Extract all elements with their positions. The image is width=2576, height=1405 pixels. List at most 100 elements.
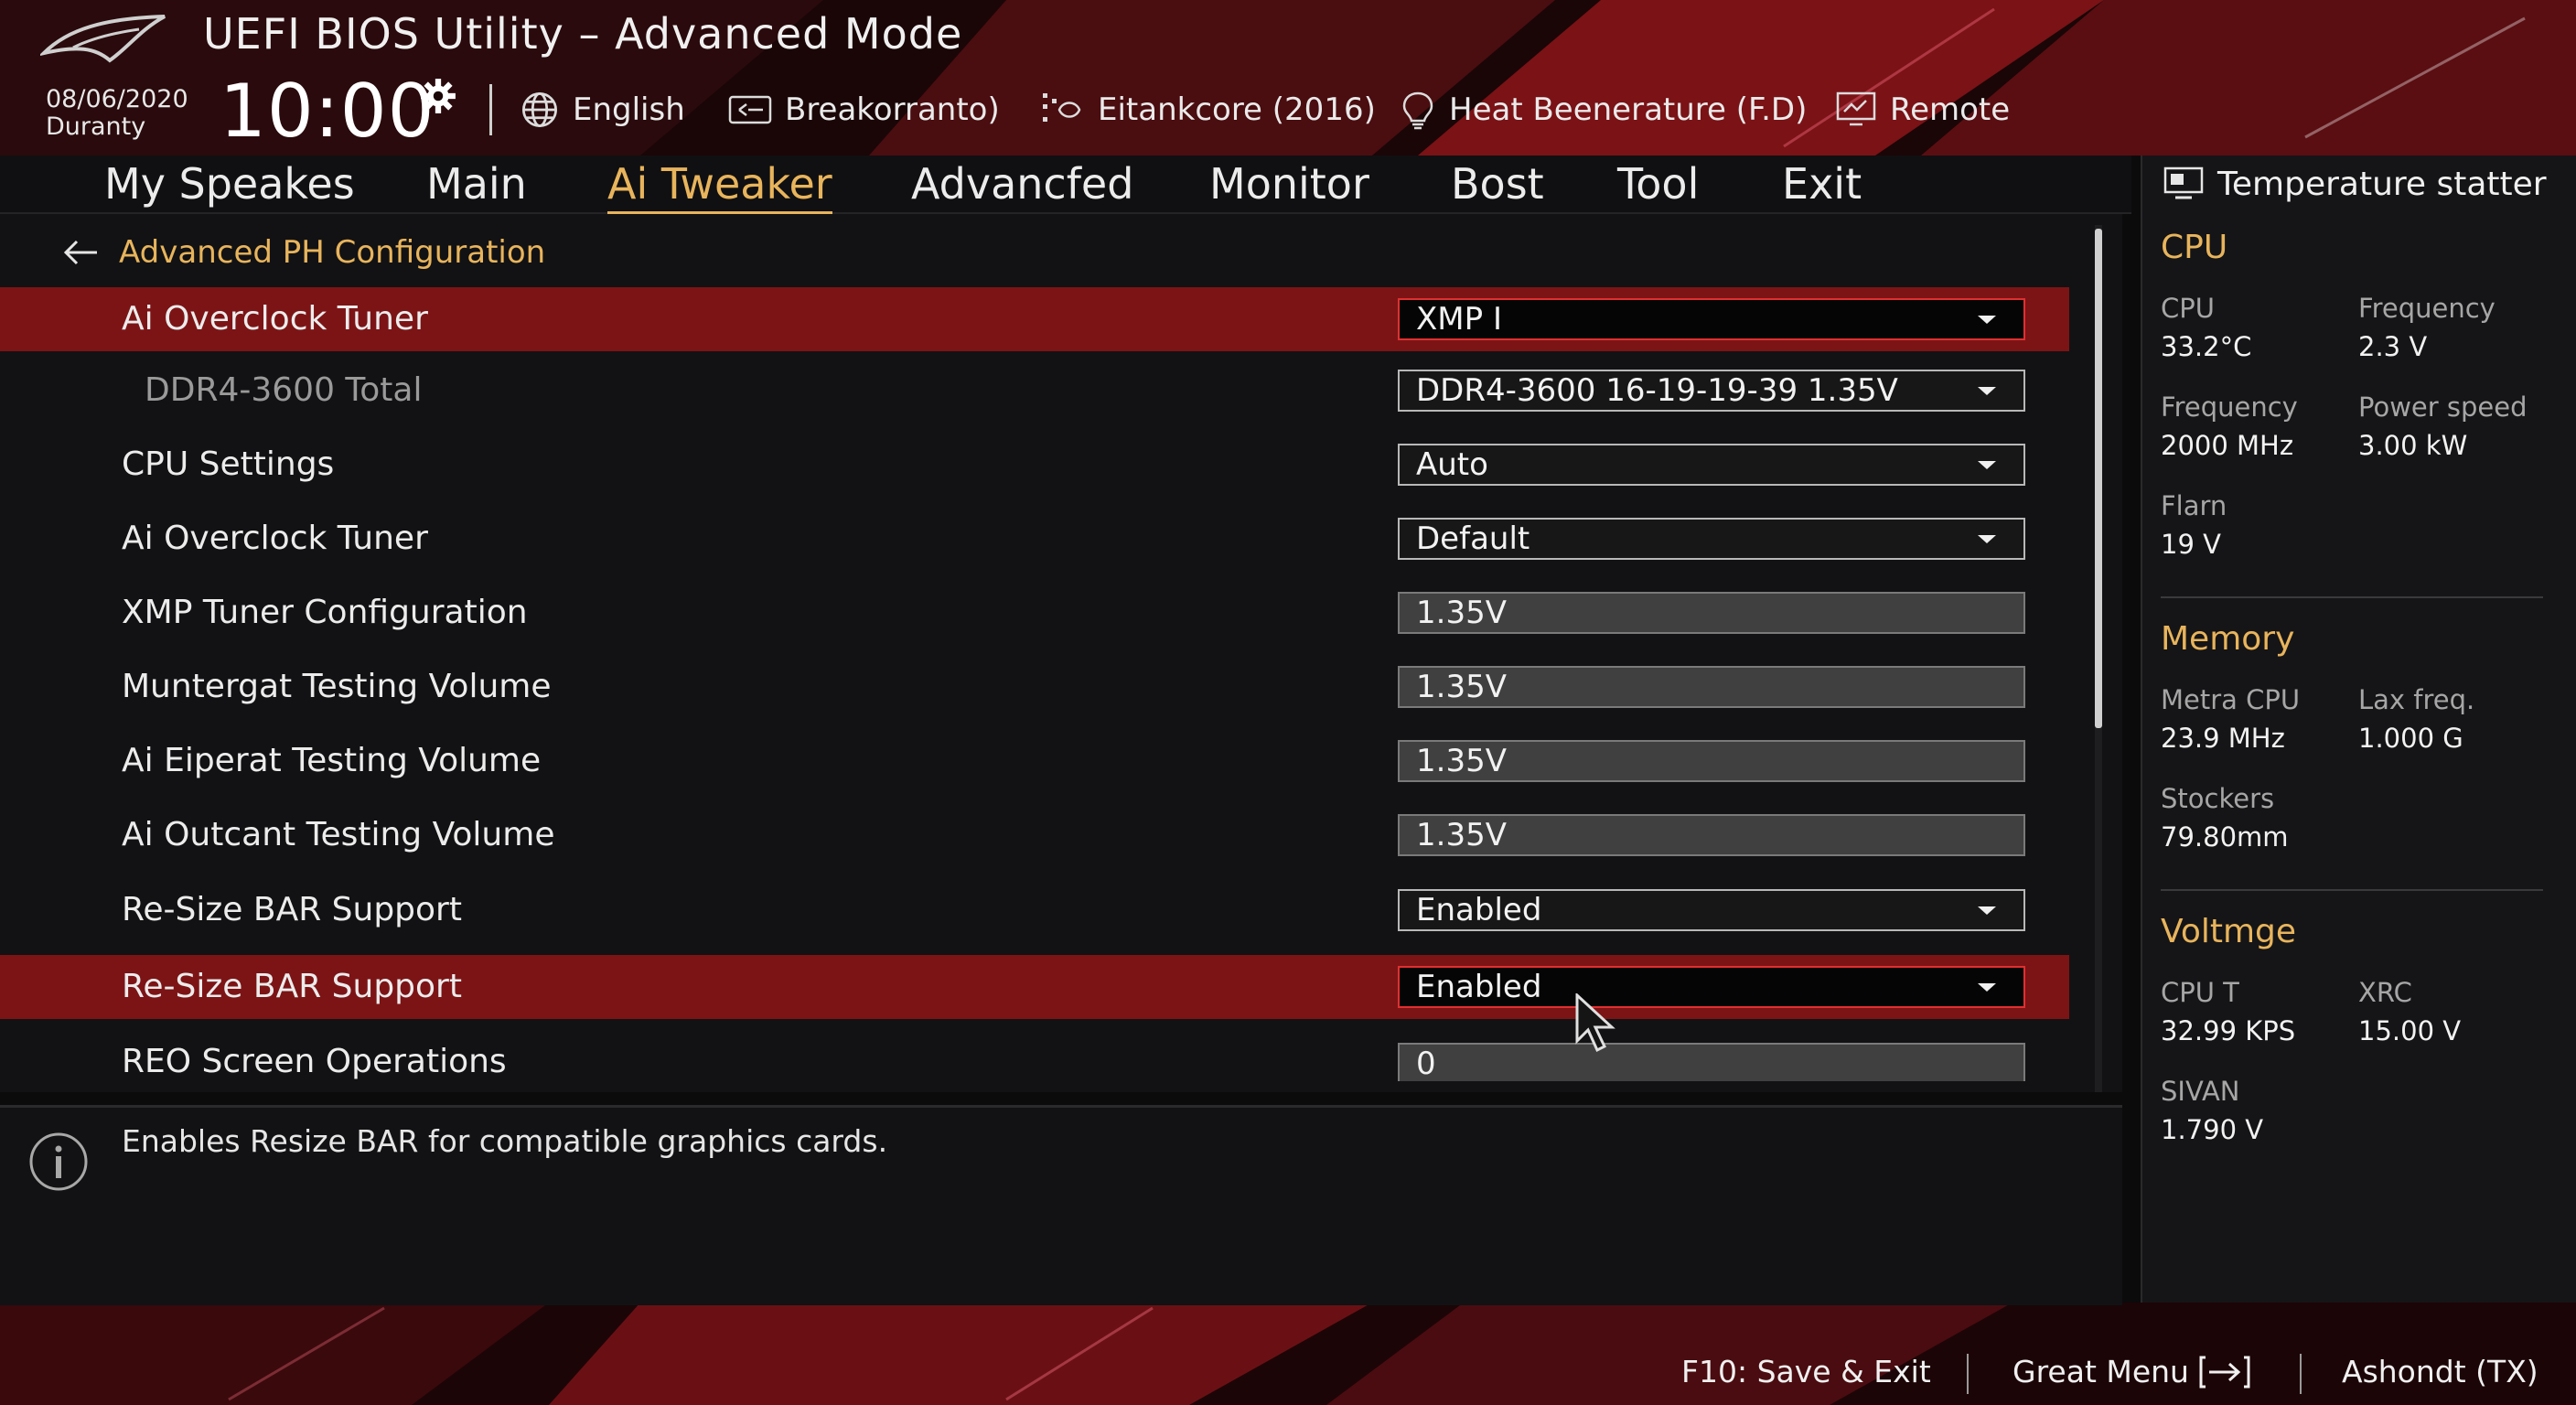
tab-main[interactable]: Main: [426, 156, 527, 212]
setting-row[interactable]: DDR4-3600 Total DDR4-3600 16-19-19-39 1.…: [0, 359, 2069, 423]
monitor-icon: [2163, 166, 2204, 199]
tab-advanced[interactable]: Advancfed: [911, 156, 1133, 212]
monitor-item[interactable]: Heat Beenerature (F.D): [1400, 84, 1807, 135]
dropdown-arrow-icon: [1978, 461, 1996, 469]
stat-value: 19 V: [2161, 529, 2221, 560]
setting-input[interactable]: 1.35V: [1398, 666, 2025, 708]
tab-exit[interactable]: Exit: [1782, 156, 1862, 212]
setting-input[interactable]: 1.35V: [1398, 740, 2025, 782]
gear-icon[interactable]: [419, 77, 457, 115]
ez-mode-label: Great Menu: [2012, 1354, 2189, 1389]
setting-row[interactable]: Muntergat Testing Volume 1.35V: [0, 655, 2069, 719]
stat-value: 1.790 V: [2161, 1114, 2264, 1145]
qfan-label: Eitankcore (2016): [1098, 91, 1376, 128]
setting-label: Muntergat Testing Volume: [122, 668, 552, 705]
breadcrumb-label: Advanced PH Configuration: [119, 234, 546, 271]
tab-ai-tweaker[interactable]: Ai Tweaker: [607, 156, 832, 214]
stat-label: XRC: [2358, 977, 2412, 1008]
monitor-label: Heat Beenerature (F.D): [1449, 91, 1808, 128]
setting-row[interactable]: CPU Settings Auto: [0, 433, 2069, 497]
setting-row[interactable]: Ai Eiperat Testing Volume 1.35V: [0, 729, 2069, 793]
stat-label: Metra CPU: [2161, 684, 2301, 715]
setting-label: REO Screen Operations: [122, 1043, 507, 1080]
tab-monitor[interactable]: Monitor: [1209, 156, 1369, 212]
setting-dropdown[interactable]: Auto: [1398, 444, 2025, 486]
setting-label: Ai Outcant Testing Volume: [122, 816, 555, 853]
dropdown-arrow-icon: [1978, 387, 1996, 395]
tab-my-favorites[interactable]: My Speakes: [104, 156, 355, 212]
search-button[interactable]: Ashondt (TX): [2342, 1354, 2538, 1389]
stat-label: SIVAN: [2161, 1076, 2240, 1107]
section-divider: [2161, 596, 2543, 598]
setting-label: CPU Settings: [122, 445, 335, 483]
tab-tool[interactable]: Tool: [1617, 156, 1699, 212]
header-separator: [489, 84, 492, 135]
dropdown-arrow-icon: [1978, 906, 1996, 915]
hardware-monitor-title: Temperature statter: [2163, 161, 2547, 207]
scrollbar-thumb[interactable]: [2095, 229, 2102, 728]
setting-row[interactable]: Re-Size BAR Support Enabled: [0, 878, 2069, 942]
setting-row[interactable]: Re-Size BAR Support Enabled: [0, 955, 2069, 1019]
footer-separator: [1967, 1354, 1969, 1394]
setting-row[interactable]: Ai Overclock Tuner Default: [0, 507, 2069, 571]
stat-label: Power speed: [2358, 391, 2528, 423]
setting-row[interactable]: XMP Tuner Configuration 1.35V: [0, 581, 2069, 645]
setting-label: Ai Eiperat Testing Volume: [122, 742, 542, 779]
section-heading-memory: Memory: [2161, 620, 2295, 658]
date-text: 08/06/2020: [46, 85, 188, 113]
dropdown-arrow-icon: [1978, 983, 1996, 992]
date-display: 08/06/2020 Duranty: [46, 86, 188, 141]
dropdown-value: XMP I: [1416, 301, 1502, 338]
setting-dropdown[interactable]: XMP I: [1398, 298, 2025, 340]
setting-dropdown[interactable]: DDR4-3600 16-19-19-39 1.35V: [1398, 370, 2025, 412]
stat-value: 33.2°C: [2161, 331, 2252, 362]
tab-boot[interactable]: Bost: [1451, 156, 1544, 212]
ez-mode-button[interactable]: Great Menu: [2012, 1354, 2251, 1389]
stat-label: Lax freq.: [2358, 684, 2475, 715]
setting-dropdown[interactable]: Default: [1398, 518, 2025, 560]
stat-label: Frequency: [2358, 293, 2496, 324]
setting-row[interactable]: Ai Outcant Testing Volume 1.35V: [0, 803, 2069, 867]
setting-dropdown[interactable]: Enabled: [1398, 889, 2025, 931]
dropdown-arrow-icon: [1978, 316, 1996, 324]
mouse-cursor-icon: [1575, 993, 1615, 1053]
save-exit-button[interactable]: F10: Save & Exit: [1681, 1354, 1931, 1389]
setting-input[interactable]: 0: [1398, 1043, 2025, 1081]
stat-value: 2.3 V: [2358, 331, 2428, 362]
back-arrow-icon[interactable]: [60, 239, 101, 266]
dropdown-value: Enabled: [1416, 892, 1542, 928]
qfan-item[interactable]: Eitankcore (2016): [1039, 84, 1376, 135]
stat-value: 23.9 MHz: [2161, 723, 2285, 754]
keyboard-icon: [728, 95, 772, 124]
stat-value: 1.000 G: [2358, 723, 2463, 754]
stat-value: 32.99 KPS: [2161, 1015, 2296, 1046]
remote-label: Remote: [1890, 91, 2011, 128]
setting-label: Ai Overclock Tuner: [122, 520, 428, 557]
setting-input[interactable]: 1.35V: [1398, 592, 2025, 634]
info-icon: [29, 1132, 88, 1191]
dropdown-value: Auto: [1416, 446, 1488, 483]
stat-value: 15.00 V: [2358, 1015, 2462, 1046]
day-text: Duranty: [46, 113, 146, 141]
favorites-label: Breakorranto): [785, 91, 1000, 128]
exit-arrow-icon: [2199, 1356, 2250, 1388]
setting-dropdown[interactable]: Enabled: [1398, 966, 2025, 1008]
stat-label: CPU: [2161, 293, 2215, 324]
stat-label: Stockers: [2161, 783, 2275, 814]
setting-input[interactable]: 1.35V: [1398, 814, 2025, 856]
language-selector[interactable]: English: [520, 84, 685, 135]
stat-value: 2000 MHz: [2161, 430, 2294, 461]
stat-label: Frequency: [2161, 391, 2298, 423]
app-title: UEFI BIOS Utility – Advanced Mode: [203, 9, 963, 59]
breadcrumb[interactable]: Advanced PH Configuration: [60, 227, 545, 278]
section-divider: [2161, 889, 2543, 891]
favorites-item[interactable]: Breakorranto): [728, 84, 1000, 135]
remote-item[interactable]: Remote: [1835, 84, 2010, 135]
setting-row[interactable]: Ai Overclock Tuner XMP I: [0, 287, 2069, 351]
dropdown-value: Default: [1416, 520, 1530, 557]
section-heading-voltage: Voltmge: [2161, 913, 2297, 950]
dropdown-arrow-icon: [1978, 535, 1996, 543]
setting-label: Re-Size BAR Support: [122, 891, 462, 928]
setting-row[interactable]: REO Screen Operations 0: [0, 1030, 2069, 1081]
setting-label: Ai Overclock Tuner: [122, 300, 428, 338]
